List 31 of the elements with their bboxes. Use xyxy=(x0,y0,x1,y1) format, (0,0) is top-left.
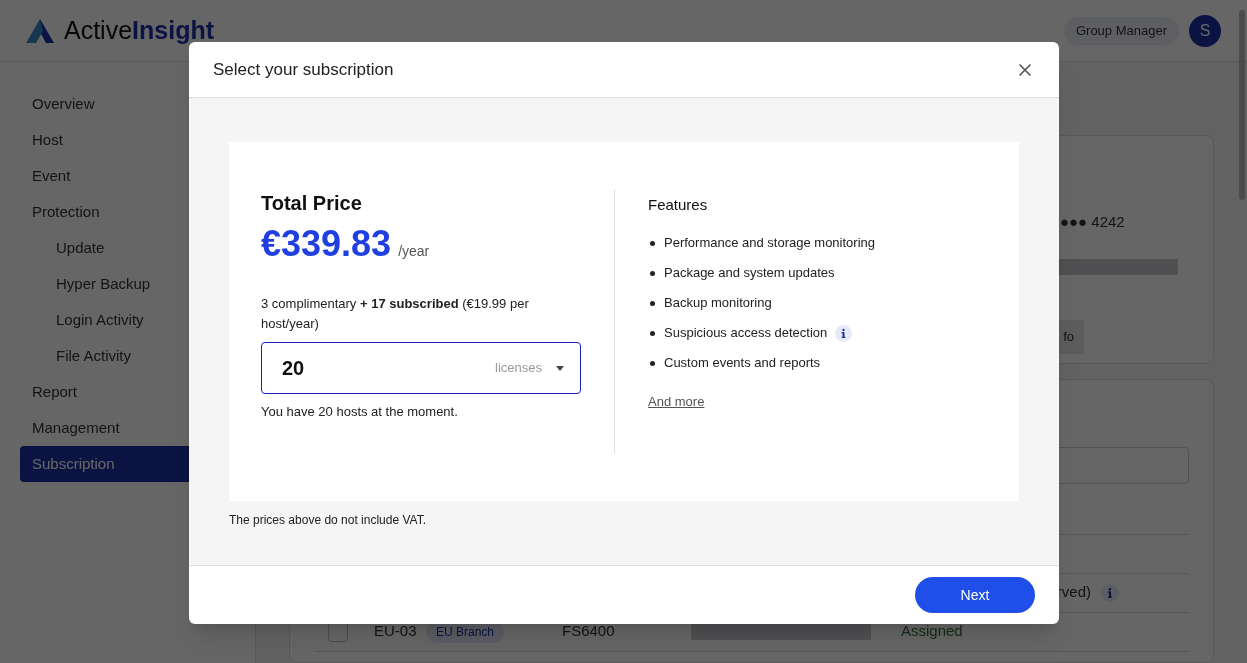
avatar[interactable]: S xyxy=(1189,14,1221,47)
next-button[interactable]: Next xyxy=(915,577,1035,613)
feature-text: Backup monitoring xyxy=(664,294,772,313)
feature-text: Performance and storage monitoring xyxy=(664,234,875,253)
price: €339.83 xyxy=(261,222,392,266)
license-breakdown: 3 complimentary + 17 subscribed (€19.99 per host/year) xyxy=(261,295,530,333)
bullet-icon xyxy=(650,270,655,276)
table-cell-text: EU-03 xyxy=(374,621,418,642)
card-number: ●●● 4242 xyxy=(1060,212,1126,232)
license-select[interactable]: 20 licenses xyxy=(261,342,581,394)
total-price-label: Total Price xyxy=(261,191,363,216)
table-cell-text: Assigned xyxy=(901,621,963,642)
scrollbar-thumb[interactable] xyxy=(1239,10,1245,200)
role-badge: Group Manager xyxy=(1063,16,1179,45)
hosts-note: You have 20 hosts at the moment. xyxy=(261,403,459,421)
bullet-icon xyxy=(650,360,655,366)
table-cell-text: FS6400 xyxy=(562,621,616,642)
bullet-icon xyxy=(650,240,655,246)
features-title: Features xyxy=(648,195,709,215)
price-period: /year xyxy=(398,242,430,261)
feature-text: Custom events and reports xyxy=(664,354,821,373)
logo-icon xyxy=(26,18,54,43)
feature-text: Suspicious access detection xyxy=(664,324,828,343)
and-more-link[interactable]: And more xyxy=(648,391,875,411)
dialog-title: Select your subscription xyxy=(213,58,394,81)
bullet-icon xyxy=(650,330,655,336)
bullet-icon xyxy=(650,300,655,306)
vat-note: The prices above do not include VAT. xyxy=(229,512,427,529)
logo-text: ActiveInsight xyxy=(64,14,215,46)
info-icon[interactable] xyxy=(835,324,853,342)
feature-text: Package and system updates xyxy=(664,264,835,283)
